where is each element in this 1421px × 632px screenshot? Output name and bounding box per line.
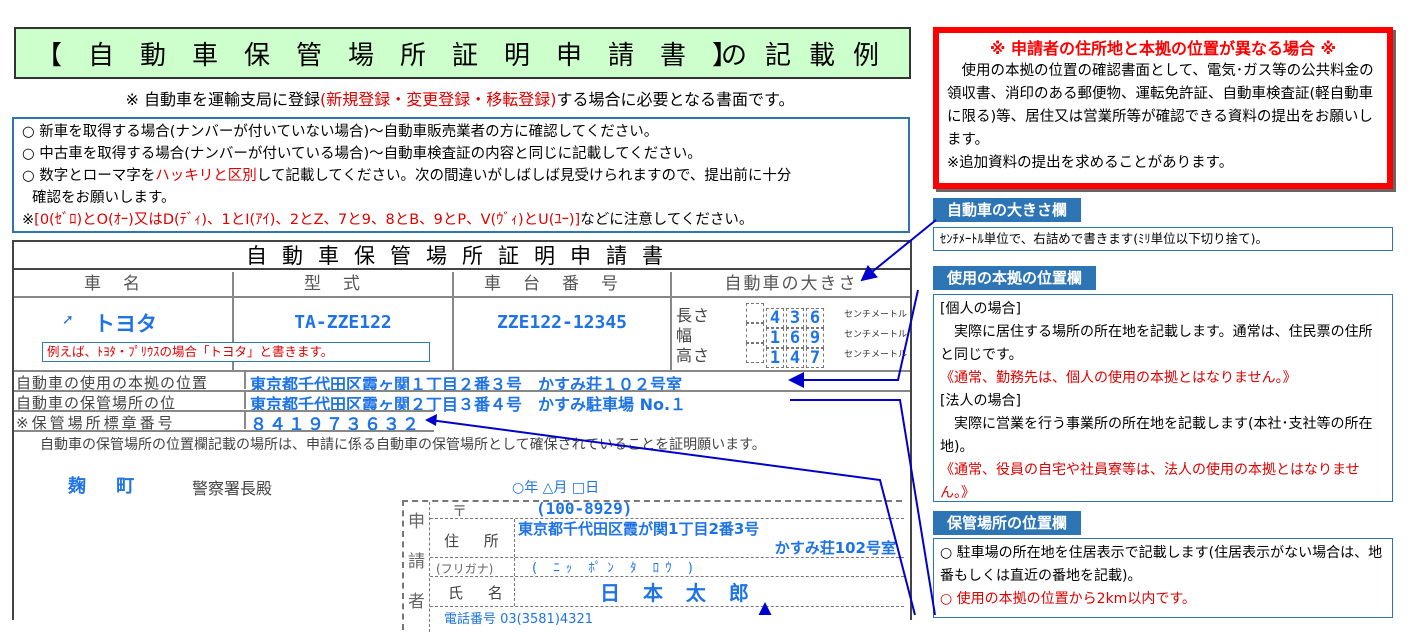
arrow-base (788, 289, 919, 388)
arrow-sticker-head (425, 414, 437, 426)
arrow-sticker (429, 419, 916, 615)
arrow-size (860, 219, 937, 282)
callout-arrows (425, 219, 937, 615)
arrow-storage (790, 399, 936, 615)
